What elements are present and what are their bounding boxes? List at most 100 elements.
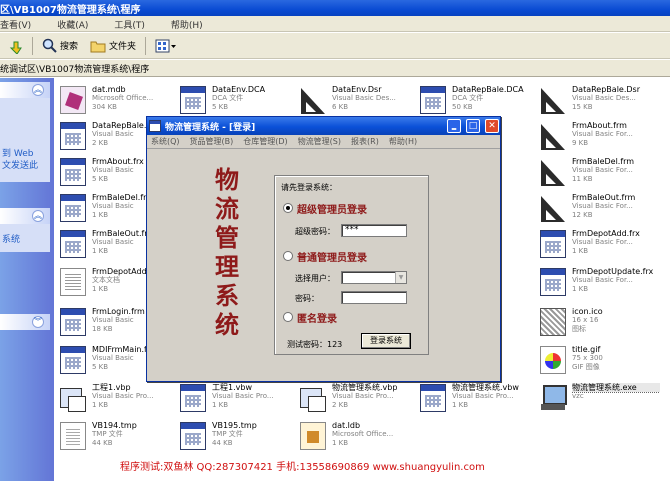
search-label: 搜索 (60, 42, 79, 52)
menu-depot[interactable]: 仓库管理(D) (243, 136, 287, 147)
ruler-icon (540, 86, 566, 114)
file-item[interactable]: VB195.tmp TMP 文件 44 KB (176, 418, 298, 456)
collapse-icon[interactable]: ︽ (32, 210, 44, 222)
task-box-header[interactable]: ︾ (0, 314, 50, 330)
file-size: 1 KB (212, 401, 229, 409)
toolbar-separator (145, 36, 147, 55)
menu-view[interactable]: 查看(V) (0, 18, 31, 31)
user-select[interactable]: ▼ (341, 271, 407, 284)
chevron-down-icon[interactable]: ▼ (395, 272, 406, 283)
file-item[interactable]: 工程1.vbp Visual Basic Pro... 1 KB (56, 380, 178, 418)
file-name: VB195.tmp (212, 421, 257, 430)
email-link[interactable]: 文发送此 (0, 160, 50, 172)
folders-label: 文件夹 (109, 42, 137, 52)
ico-icon (540, 308, 566, 336)
file-text: DataRepBale.DCA DCA 文件 50 KB (452, 85, 540, 112)
task-pane: ︽ 到 Web 文发送此 ︽ 系统 ︾ (0, 78, 54, 481)
password-field[interactable] (341, 291, 407, 304)
file-item[interactable]: FrmAbout.frm Visual Basic For... 9 KB (536, 118, 658, 156)
file-item[interactable]: FrmDepotUpdate.frx Visual Basic For... 1 K… (536, 264, 658, 302)
file-item[interactable]: DataEnv.DCA DCA 文件 5 KB (176, 82, 298, 120)
address-bar[interactable]: 统调试区\VB1007物流管理系统\程序 (0, 60, 670, 77)
file-item[interactable]: dat.mdb Microsoft Office... 304 KB (56, 82, 178, 120)
minimize-button[interactable]: ‗ (447, 119, 461, 133)
file-item[interactable]: icon.ico 16 x 16 图标 (536, 304, 658, 342)
close-button[interactable]: ✕ (485, 119, 499, 133)
file-name: 工程1.vbw (212, 383, 252, 392)
file-type: Visual Basic For... (572, 238, 633, 246)
file-name: DataEnv.Dsr (332, 85, 382, 94)
file-type: 16 x 16 (572, 316, 599, 324)
radio-anonymous-label[interactable]: 匿名登录 (297, 310, 337, 325)
vertical-title-char: 流 (215, 194, 239, 223)
file-name: dat.ldb (332, 421, 361, 430)
menu-favorites[interactable]: 收藏(A) (57, 18, 88, 31)
test-password-hint: 测试密码：123 (287, 340, 343, 349)
radio-normal-admin[interactable] (283, 251, 293, 261)
file-type: Visual Basic For... (572, 166, 633, 174)
doc-icon (60, 268, 86, 296)
menu-help[interactable]: 帮助(H) (389, 136, 417, 147)
system-link[interactable]: 系统 (0, 234, 50, 246)
views-button[interactable] (152, 37, 180, 55)
file-item[interactable]: DataRepBale.DCA DCA 文件 50 KB (416, 82, 538, 120)
file-item[interactable]: FrmBaleDel.frm Visual Basic For... 11 KB (536, 154, 658, 192)
radio-normal-admin-label[interactable]: 普通管理员登录 (297, 249, 367, 264)
radio-anonymous[interactable] (283, 312, 293, 322)
file-item[interactable]: 物流管理系统.vbp Visual Basic Pro... 2 KB (296, 380, 418, 418)
radio-super-admin-label[interactable]: 超级管理员登录 (297, 201, 367, 216)
login-button[interactable]: 登录系统 (361, 333, 411, 349)
up-folder-button[interactable] (4, 36, 26, 56)
file-name: FrmAbout.frm (572, 121, 627, 130)
menu-goods[interactable]: 货品管理(B) (190, 136, 234, 147)
file-type: Visual Basic For... (572, 276, 633, 284)
menu-logistics[interactable]: 物流管理(S) (298, 136, 341, 147)
file-size: 1 KB (92, 401, 109, 409)
file-text: 物流管理系统.vbp Visual Basic Pro... 2 KB (332, 383, 420, 410)
file-type: Visual Basic For... (572, 130, 633, 138)
vbw-icon (60, 384, 86, 412)
file-item[interactable]: 工程1.vbw Visual Basic Pro... 1 KB (176, 380, 298, 418)
file-item[interactable]: 物流管理系统.exe vzc (536, 380, 660, 418)
file-item[interactable]: DataEnv.Dsr Visual Basic Des... 6 KB (296, 82, 418, 120)
menu-help[interactable]: 帮助(H) (171, 18, 203, 31)
file-type: 75 x 300 (572, 354, 603, 362)
collapse-icon[interactable]: ︽ (32, 84, 44, 96)
form-icon (60, 308, 86, 336)
menu-tools[interactable]: 工具(T) (114, 18, 145, 31)
pc-icon (540, 384, 567, 412)
login-window-title-bar[interactable]: 物流管理系统 - [登录] ‗ □ ✕ (147, 117, 500, 135)
login-window-title: 物流管理系统 - [登录] (165, 122, 256, 133)
file-item[interactable]: DataRepBale.Dsr Visual Basic Des... 15 KB (536, 82, 658, 120)
file-type: Visual Basic Des... (572, 94, 636, 102)
file-size: 15 KB (572, 103, 593, 111)
form-icon (540, 268, 566, 296)
search-button[interactable]: 搜索 (39, 36, 81, 55)
radio-super-admin[interactable] (283, 203, 293, 213)
file-item[interactable]: 物流管理系统.vbw Visual Basic Pro... 1 KB (416, 380, 538, 418)
publish-web-link[interactable]: 到 Web (0, 148, 50, 160)
select-user-label: 选择用户： (295, 274, 335, 283)
file-size: 1 KB (452, 401, 469, 409)
form-icon (420, 384, 446, 412)
file-item[interactable]: title.gif 75 x 300 GIF 图像 (536, 342, 658, 380)
menu-report[interactable]: 报表(R) (351, 136, 379, 147)
form-icon (60, 122, 86, 150)
file-item[interactable]: VB194.tmp TMP 文件 44 KB (56, 418, 178, 456)
form-icon (540, 230, 566, 258)
folders-button[interactable]: 文件夹 (87, 37, 139, 55)
task-box-header[interactable]: ︽ (0, 208, 50, 224)
file-item[interactable]: dat.ldb Microsoft Office... 1 KB (296, 418, 418, 456)
vertical-title-char: 物 (215, 165, 239, 194)
super-password-field[interactable]: *** (341, 224, 407, 237)
maximize-button[interactable]: □ (466, 119, 480, 133)
file-text: VB195.tmp TMP 文件 44 KB (212, 421, 300, 448)
file-item[interactable]: FrmDepotAdd.frx Visual Basic For... 1 KB (536, 226, 658, 264)
file-size: 44 KB (212, 439, 233, 447)
file-item[interactable]: FrmBaleOut.frm Visual Basic For... 12 KB (536, 190, 658, 228)
app-icon (149, 120, 161, 132)
expand-icon[interactable]: ︾ (32, 316, 44, 328)
file-name: 工程1.vbp (92, 383, 131, 392)
task-box-header[interactable]: ︽ (0, 82, 50, 98)
menu-system[interactable]: 系统(Q) (151, 136, 180, 147)
